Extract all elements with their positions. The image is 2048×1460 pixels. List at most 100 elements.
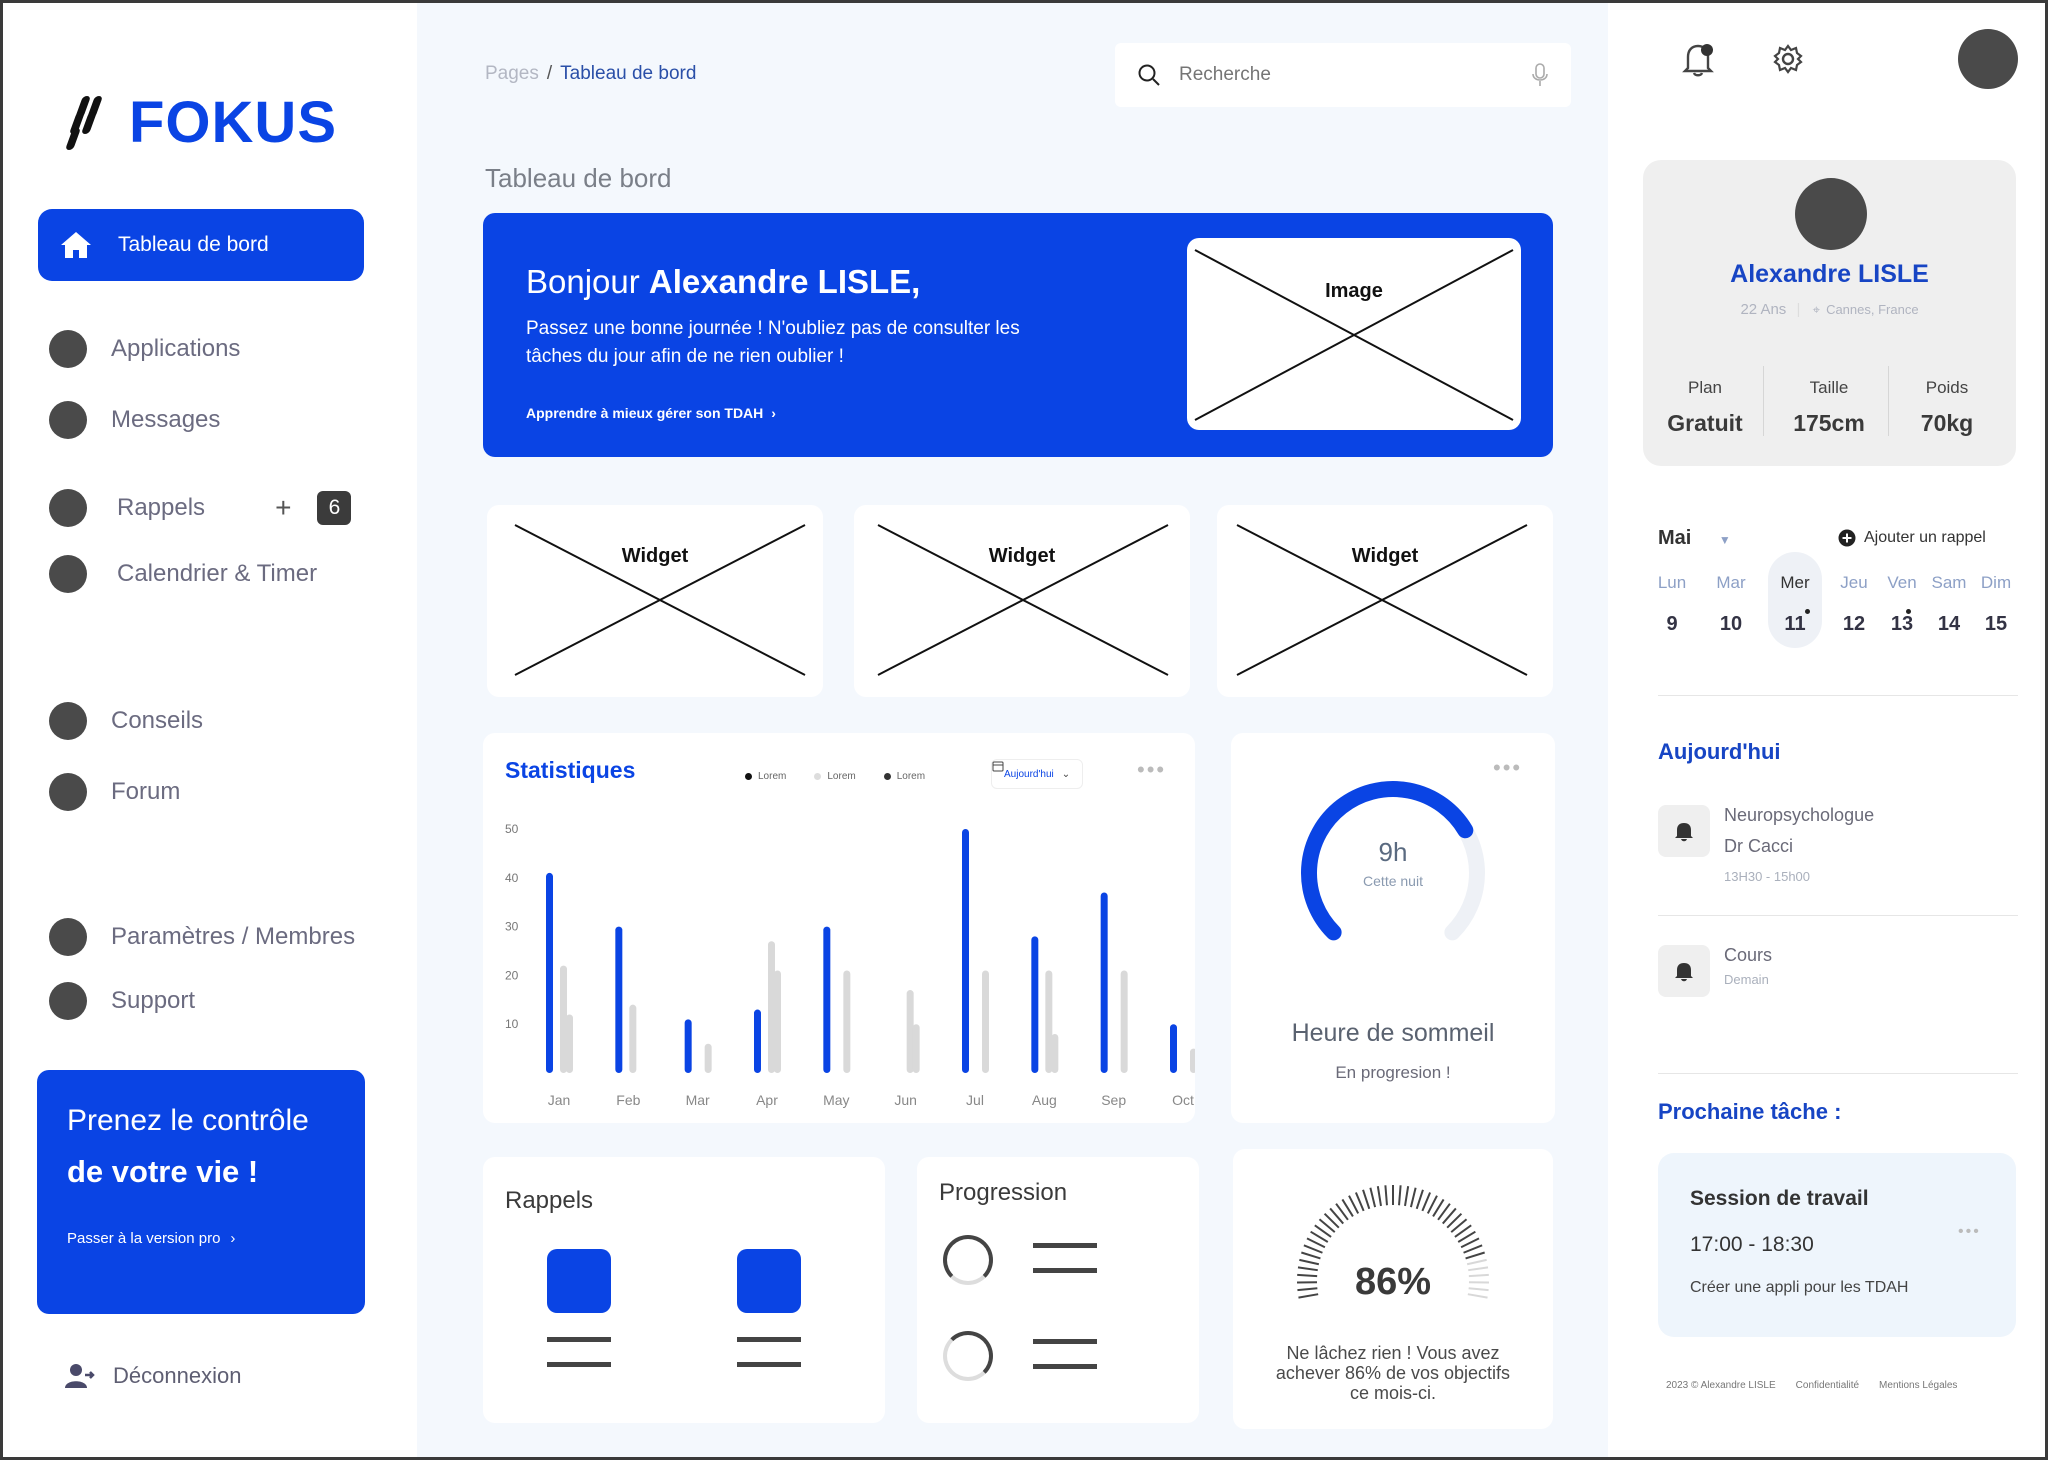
x-tick-label: Jan [548, 1092, 571, 1108]
profile-avatar [1795, 178, 1867, 250]
calendar-day-selected[interactable]: Mer 11 [1775, 573, 1815, 636]
gauge-tick [1301, 1251, 1321, 1260]
period-value: Aujourd'hui [1004, 768, 1054, 780]
bar [704, 1043, 712, 1073]
upgrade-pro-link[interactable]: Passer à la version pro › [67, 1230, 335, 1247]
next-task-card[interactable]: Session de travail 17:00 - 18:30 Créer u… [1658, 1153, 2016, 1337]
more-options-icon[interactable]: ••• [1137, 757, 1166, 783]
bar [768, 941, 775, 1073]
sidebar-item-parametres[interactable]: Paramètres / Membres [49, 918, 355, 956]
stat-value: Gratuit [1667, 410, 1743, 436]
bar [982, 970, 989, 1073]
period-dropdown[interactable]: Aujourd'hui ⌄ [991, 759, 1084, 789]
bar [615, 926, 623, 1073]
sidebar-item-forum[interactable]: Forum [49, 773, 180, 811]
gear-icon[interactable] [1772, 43, 1804, 75]
chevron-right-icon: › [230, 1230, 236, 1247]
plus-circle-icon [1838, 529, 1856, 547]
sidebar-item-label: Conseils [111, 707, 204, 734]
stat-label: Poids [1925, 378, 1969, 397]
event-item[interactable]: Neuropsychologue Dr Cacci 13H30 - 15h00 [1658, 805, 1874, 884]
breadcrumb-root[interactable]: Pages [485, 63, 539, 84]
progress-text-placeholder [1033, 1243, 1097, 1293]
event-item[interactable]: Cours Demain [1658, 945, 1772, 997]
widget-placeholder[interactable]: Widget [1217, 505, 1553, 697]
add-rappel-icon[interactable]: + [275, 492, 291, 524]
brand-name: FOKUS [129, 90, 337, 155]
sidebar-item-applications[interactable]: Applications [49, 330, 240, 368]
learn-tdah-link[interactable]: Apprendre à mieux gérer son TDAH › [526, 405, 776, 421]
breadcrumb-current: Tableau de bord [560, 63, 697, 84]
stat-value: 175cm [1793, 410, 1865, 436]
widget-label: Widget [988, 545, 1056, 567]
calendar-day[interactable]: Dim 15 [1976, 573, 2016, 636]
sleep-title: Heure de sommeil [1291, 1019, 1495, 1047]
widget-placeholder-cross [514, 524, 806, 676]
image-placeholder-cross [1194, 249, 1514, 421]
support-icon [49, 982, 87, 1020]
sleep-hours: 9h [1378, 837, 1408, 867]
y-tick-label: 10 [505, 1017, 519, 1031]
sleep-period: Cette nuit [1363, 873, 1423, 889]
reminder-tile[interactable] [547, 1249, 611, 1313]
goal-message: Ne lâchez rien ! Vous avez achever 86% d… [1275, 1343, 1511, 1403]
sidebar-item-calendrier[interactable]: Calendrier & Timer [49, 555, 317, 593]
notification-bell-icon[interactable] [1682, 41, 1716, 77]
logo-icon [64, 95, 111, 150]
bar [1045, 970, 1053, 1073]
calendar-day[interactable]: Mar 10 [1711, 573, 1751, 636]
sidebar-item-label: Paramètres / Membres [111, 923, 356, 950]
y-tick-label: 50 [505, 822, 519, 836]
bar [1100, 892, 1108, 1073]
calendar-day[interactable]: Lun 9 [1652, 573, 1692, 636]
x-tick-label: Jul [966, 1092, 984, 1108]
image-placeholder-label: Image [1325, 280, 1383, 302]
x-tick-label: May [823, 1092, 849, 1108]
task-description: Créer une appli pour les TDAH [1690, 1279, 1909, 1296]
calendar-day[interactable]: Jeu 12 [1834, 573, 1874, 636]
sidebar-item-support[interactable]: Support [49, 982, 195, 1020]
gauge-tick [1384, 1185, 1388, 1206]
logo[interactable]: FOKUS [64, 89, 337, 156]
gauge-tick [1369, 1187, 1377, 1208]
x-tick-label: Oct [1172, 1092, 1194, 1108]
logout-button[interactable]: Déconnexion [65, 1363, 241, 1389]
widget-placeholder[interactable]: Widget [854, 505, 1190, 697]
sidebar-item-label: Forum [111, 778, 181, 805]
task-time: 17:00 - 18:30 [1690, 1233, 1814, 1256]
forum-icon [49, 773, 87, 811]
reminder-tile[interactable] [737, 1249, 801, 1313]
y-tick-label: 40 [505, 871, 519, 885]
x-tick-label: Aug [1032, 1092, 1057, 1108]
sidebar-item-dashboard[interactable]: Tableau de bord [38, 209, 364, 281]
search-input[interactable] [1179, 64, 1531, 86]
widget-placeholder[interactable]: Widget [487, 505, 823, 697]
copyright: 2023 © Alexandre LISLE [1666, 1380, 1776, 1391]
calendar-day[interactable]: Sam 14 [1929, 573, 1969, 636]
sleep-card: ••• 9h Cette nuit Heure de sommeil En pr… [1231, 733, 1555, 1123]
month-selector[interactable]: Mai ▼ [1658, 527, 1731, 550]
more-options-icon[interactable]: ••• [1493, 755, 1522, 781]
promo-heading: Prenez le contrôle [67, 1104, 309, 1137]
privacy-link[interactable]: Confidentialité [1796, 1380, 1859, 1391]
sidebar-item-conseils[interactable]: Conseils [49, 702, 203, 740]
legal-link[interactable]: Mentions Légales [1879, 1380, 1957, 1391]
calendar-day[interactable]: Ven 13 [1882, 573, 1922, 636]
add-reminder-button[interactable]: Ajouter un rappel [1838, 529, 1986, 547]
sidebar-item-rappels[interactable]: Rappels + 6 [49, 489, 352, 527]
microphone-icon[interactable] [1531, 63, 1549, 87]
rappels-count-badge: 6 [317, 491, 352, 525]
x-tick-label: Feb [616, 1092, 640, 1108]
event-dot [1805, 609, 1810, 614]
sidebar-item-messages[interactable]: Messages [49, 401, 220, 439]
gauge-tick [1463, 1244, 1483, 1254]
profile-card: Alexandre LISLE 22 Ans | ⌖ Cannes, Franc… [1643, 160, 2016, 466]
progress-ring [943, 1235, 993, 1285]
divider [1658, 1073, 2018, 1074]
more-options-icon[interactable]: ••• [1958, 1223, 1981, 1241]
avatar[interactable] [1958, 29, 2018, 89]
gauge-tick [1421, 1192, 1432, 1212]
bar [546, 872, 553, 1073]
bar [1051, 1033, 1059, 1073]
event-subtitle: Dr Cacci [1724, 836, 1794, 856]
